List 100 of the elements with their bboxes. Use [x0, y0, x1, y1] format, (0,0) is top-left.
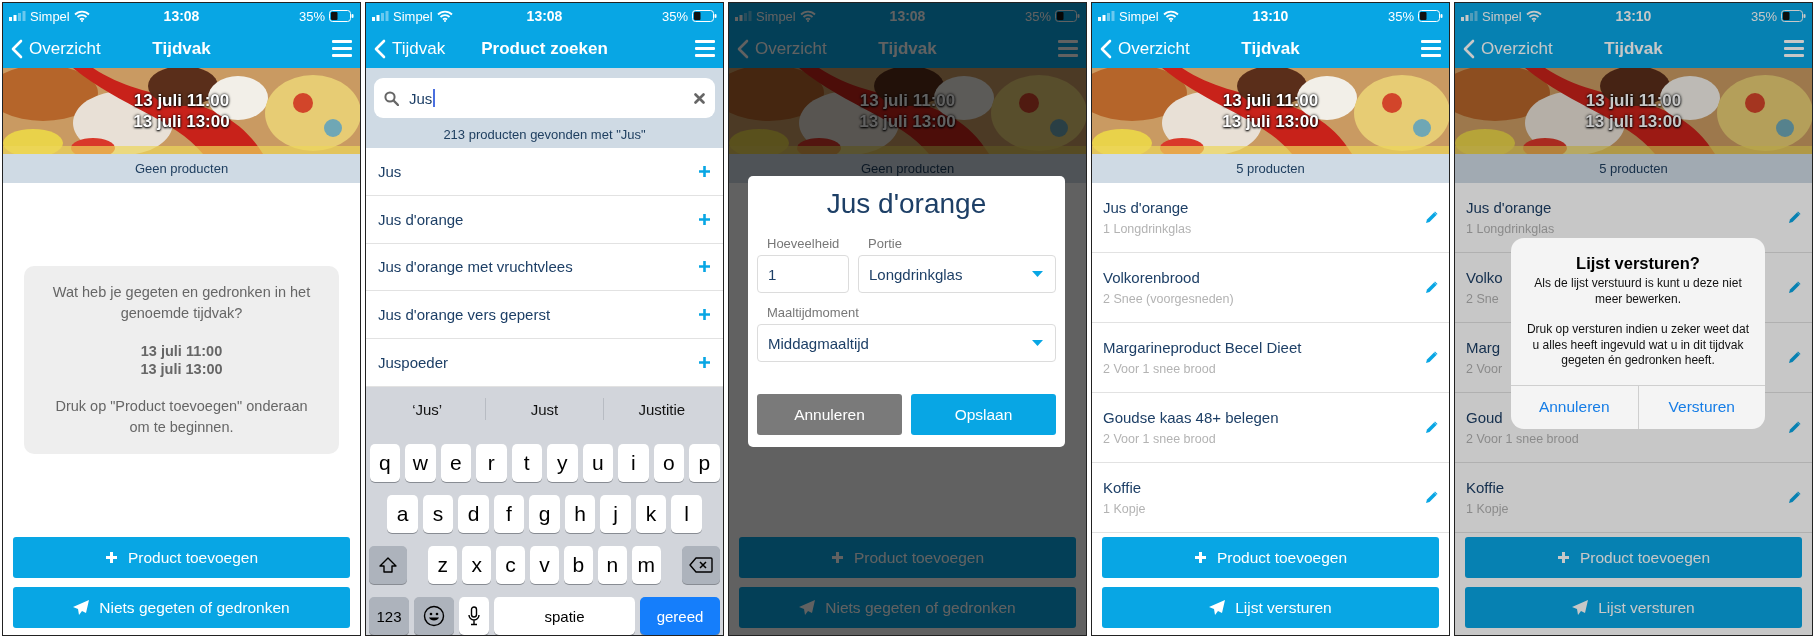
- product-name: Goudse kaas 48+ belegen: [1103, 409, 1279, 426]
- keyboard-key[interactable]: c: [496, 546, 526, 584]
- plus-icon: [1556, 551, 1570, 564]
- keyboard-key[interactable]: 123: [369, 597, 409, 635]
- space-key[interactable]: spatie: [494, 597, 635, 635]
- clock-time: 13:08: [163, 8, 200, 24]
- battery-icon: [1781, 10, 1806, 22]
- keyboard-key[interactable]: d: [458, 495, 489, 533]
- paper-plane-icon: [1209, 600, 1226, 615]
- keyboard-key[interactable]: s: [422, 495, 454, 533]
- keyboard-key[interactable]: u: [582, 444, 613, 482]
- word-suggestion[interactable]: Just: [486, 400, 603, 418]
- add-icon[interactable]: [698, 308, 711, 322]
- period-date: 13 juli 11:00: [1222, 90, 1319, 111]
- done-key[interactable]: gereed: [640, 597, 720, 635]
- backspace-key[interactable]: [682, 546, 721, 584]
- chevron-left-icon: [1463, 38, 1475, 59]
- keyboard-key[interactable]: y: [547, 444, 578, 482]
- battery-percent: 35%: [298, 8, 325, 24]
- word-suggestion[interactable]: Justitie: [603, 400, 720, 418]
- keyboard-key[interactable]: x: [462, 546, 492, 584]
- clear-icon[interactable]: [694, 92, 705, 104]
- shift-key[interactable]: [369, 546, 407, 584]
- keyboard-key[interactable]: q: [369, 444, 400, 482]
- alert-message: Druk op versturen indien u zeker weet dat u alles heeft ingevuld wat u in dit tijdvak gegeten én gedronken heeft.: [1525, 322, 1751, 369]
- dialog-title: Jus d'orange: [825, 187, 988, 221]
- carrier-name: Simpel: [393, 8, 433, 24]
- carrier-name: Simpel: [30, 8, 70, 24]
- add-icon[interactable]: [698, 356, 711, 370]
- menu-icon[interactable]: [1784, 40, 1804, 57]
- clock-time: 13:10: [1252, 8, 1289, 24]
- menu-icon[interactable]: [332, 40, 352, 57]
- alert-button[interactable]: Annuleren: [1511, 385, 1638, 429]
- screen-title: Tijdvak: [878, 38, 937, 59]
- plus-icon: [1193, 551, 1207, 564]
- pencil-icon[interactable]: [1425, 421, 1438, 434]
- pencil-icon[interactable]: [1788, 281, 1801, 294]
- keyboard-key[interactable]: o: [653, 444, 684, 482]
- battery-icon: [329, 10, 354, 22]
- product-portion: 2 Voor 1 snee brood: [1103, 432, 1216, 446]
- pencil-icon[interactable]: [1425, 211, 1438, 224]
- pencil-icon[interactable]: [1425, 351, 1438, 364]
- wifi-icon: [1525, 10, 1542, 22]
- keyboard-key[interactable]: z: [428, 546, 458, 584]
- keyboard-key[interactable]: n: [597, 546, 627, 584]
- result-row[interactable]: Jus: [366, 148, 723, 196]
- select-field[interactable]: Longdrinkglas: [858, 255, 1056, 293]
- cancel-button[interactable]: Annuleren: [757, 394, 902, 435]
- input-field[interactable]: 1: [757, 255, 849, 293]
- result-row[interactable]: Juspoeder: [366, 339, 723, 387]
- alert-button[interactable]: Versturen: [1638, 385, 1765, 429]
- product-count: Geen producten: [3, 154, 360, 183]
- chevron-left-icon: [737, 38, 749, 59]
- screen-title: Product zoeken: [481, 38, 608, 59]
- paper-plane-icon: [1572, 600, 1589, 615]
- keyboard-key[interactable]: k: [635, 495, 667, 533]
- keyboard-key[interactable]: h: [564, 495, 596, 533]
- keyboard-key[interactable]: r: [476, 444, 507, 482]
- keyboard-key[interactable]: t: [511, 444, 542, 482]
- result-row[interactable]: Jus d'orange met vruchtvlees: [366, 243, 723, 292]
- menu-icon[interactable]: [1058, 40, 1078, 57]
- product-portion: 2 Voor: [1466, 362, 1503, 376]
- keyboard-key[interactable]: g: [529, 495, 560, 533]
- product-portion: 2 Snee (voorgesneden): [1103, 292, 1234, 306]
- pencil-icon[interactable]: [1788, 491, 1801, 504]
- product-name: Jus d'orange met vruchtvlees: [378, 258, 573, 276]
- keyboard-key[interactable]: m: [631, 546, 661, 584]
- keyboard-key[interactable]: i: [618, 444, 649, 482]
- add-icon[interactable]: [698, 164, 711, 178]
- keyboard-key[interactable]: w: [405, 444, 436, 482]
- product-name: Juspoeder: [378, 354, 449, 372]
- result-row[interactable]: Jus d'orange vers geperst: [366, 291, 723, 340]
- keyboard-key[interactable]: f: [493, 495, 525, 533]
- chevron-left-icon: [11, 38, 23, 59]
- keyboard-key[interactable]: e: [440, 444, 471, 482]
- keyboard-key[interactable]: a: [387, 495, 418, 533]
- keyboard-key[interactable]: v: [530, 546, 559, 584]
- pencil-icon[interactable]: [1425, 491, 1438, 504]
- pencil-icon[interactable]: [1788, 211, 1801, 224]
- add-icon[interactable]: [698, 260, 711, 274]
- menu-icon[interactable]: [695, 40, 715, 57]
- keyboard-key[interactable]: l: [671, 495, 702, 533]
- keyboard-key[interactable]: j: [600, 495, 631, 533]
- period-date: 13 juli 13:00: [133, 111, 230, 132]
- add-icon[interactable]: [698, 212, 711, 226]
- word-suggestion[interactable]: ‘Jus’: [369, 400, 486, 418]
- menu-icon[interactable]: [1421, 40, 1441, 57]
- carrier-name: Simpel: [1482, 8, 1522, 24]
- result-row[interactable]: Jus d'orange: [366, 195, 723, 244]
- result-count: 213 producten gevonden met "Jus": [443, 127, 646, 144]
- pencil-icon[interactable]: [1425, 281, 1438, 294]
- keyboard-key[interactable]: b: [563, 546, 593, 584]
- pencil-icon[interactable]: [1788, 421, 1801, 434]
- microphone-key[interactable]: [459, 597, 489, 635]
- product-name: Volko: [1466, 269, 1503, 286]
- select-field[interactable]: Middagmaaltijd: [757, 324, 1056, 362]
- pencil-icon[interactable]: [1788, 351, 1801, 364]
- search-field[interactable]: Jus: [374, 78, 715, 118]
- keyboard-key[interactable]: p: [689, 444, 720, 482]
- emoji-key[interactable]: [414, 597, 454, 635]
